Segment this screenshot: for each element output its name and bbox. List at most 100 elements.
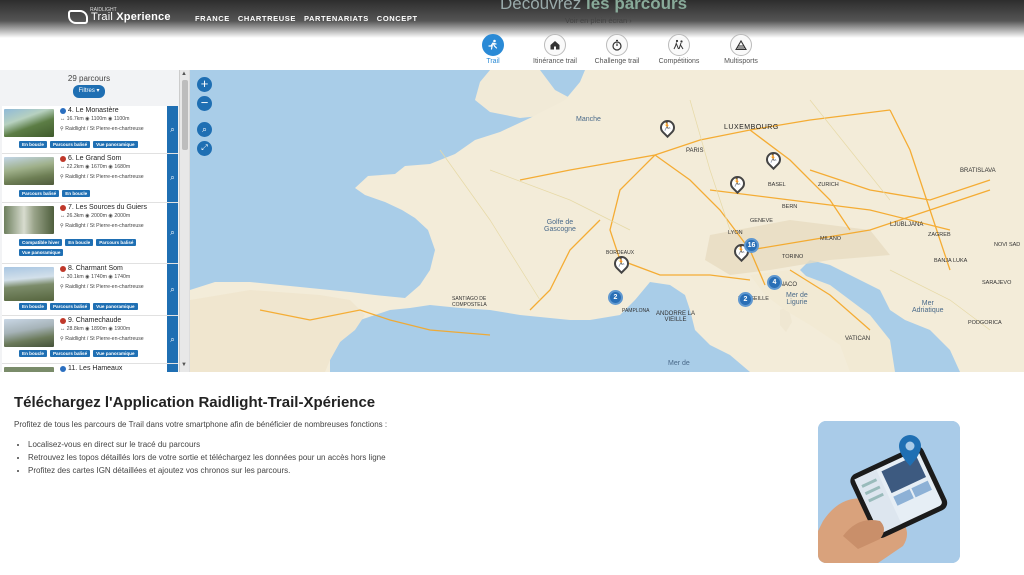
map-label: TORINO bbox=[782, 254, 804, 260]
list-item[interactable]: 6. Le Grand Som ↔ 22.2km ◉ 1670m ◉ 1680m… bbox=[2, 154, 178, 203]
route-tags: Parcours balisé En boucle bbox=[19, 190, 164, 197]
route-place: ⚲ Raidlight / St Pierre-en-chartreuse bbox=[60, 126, 144, 132]
route-cluster[interactable]: 2 bbox=[608, 290, 623, 305]
tab-competitions[interactable]: Compétitions bbox=[648, 34, 710, 65]
tab-challenge-trail[interactable]: Challenge trail bbox=[586, 34, 648, 65]
expand-icon: ⤢ bbox=[201, 143, 208, 152]
logo[interactable]: RAIDLIGHT Trail Xperience bbox=[68, 7, 171, 24]
tab-label: Challenge trail bbox=[594, 58, 640, 65]
zoom-route-button[interactable] bbox=[167, 364, 178, 372]
search-icon: ⌕ bbox=[201, 124, 208, 134]
map-label: PODGORICA bbox=[968, 320, 1002, 326]
scroll-up-icon[interactable]: ▲ bbox=[181, 71, 187, 77]
route-thumbnail bbox=[4, 267, 54, 301]
route-count: 29 parcours bbox=[67, 74, 111, 83]
map-label: ZURICH bbox=[818, 182, 839, 188]
map-label: PARIS bbox=[686, 148, 704, 154]
zoom-route-button[interactable]: ⌕ bbox=[167, 106, 178, 153]
house-icon bbox=[544, 34, 566, 56]
route-cluster[interactable]: 4 bbox=[767, 275, 782, 290]
route-title: 4. Le Monastère bbox=[68, 107, 119, 114]
route-title: 6. Le Grand Som bbox=[68, 155, 122, 162]
map-label: LJUBLJANA bbox=[890, 222, 924, 228]
runners-icon bbox=[668, 34, 690, 56]
list-item[interactable]: 11. Les Hameaux bbox=[2, 364, 178, 372]
nav-concept[interactable]: CONCEPT bbox=[377, 14, 418, 23]
route-cluster[interactable]: 2 bbox=[738, 292, 753, 307]
runner-icon: 🏃 bbox=[768, 153, 779, 163]
route-thumbnail bbox=[4, 367, 54, 372]
map-view[interactable]: Manche Golfe de Gascogne Mer de Ligurie … bbox=[190, 70, 1024, 372]
difficulty-dot bbox=[60, 107, 66, 114]
search-icon: ⌕ bbox=[170, 228, 175, 237]
list-scrollbar[interactable]: ▲ ▼ bbox=[179, 70, 189, 372]
difficulty-dot bbox=[60, 265, 66, 272]
route-info: 7. Les Sources du Guiers ↔ 26.3km ◉ 2000… bbox=[60, 204, 164, 229]
nav-chartreuse[interactable]: CHARTREUSE bbox=[238, 14, 296, 23]
filters-button[interactable]: Filtres ▾ bbox=[73, 85, 105, 98]
tag: Vue panoramique bbox=[93, 141, 138, 148]
map-label: BANJA LUKA bbox=[934, 258, 968, 264]
zoom-route-button[interactable]: ⌕ bbox=[167, 203, 178, 263]
route-thumbnail bbox=[4, 206, 54, 234]
chevron-right-icon: › bbox=[629, 16, 632, 25]
tag: Parcours balisé bbox=[49, 141, 91, 148]
nav-partenariats[interactable]: PARTENARIATS bbox=[304, 14, 369, 23]
list-item[interactable]: 4. Le Monastère ↔ 16.7km ◉ 1100m ◉ 1100m… bbox=[2, 106, 178, 154]
app-section-intro: Profitez de tous les parcours de Trail d… bbox=[14, 420, 388, 429]
tab-label: Compétitions bbox=[658, 58, 700, 65]
tag: Vue panoramique bbox=[93, 350, 138, 357]
route-info: 4. Le Monastère ↔ 16.7km ◉ 1100m ◉ 1100m… bbox=[60, 107, 164, 132]
main-nav: FRANCE CHARTREUSE PARTENARIATS CONCEPT bbox=[195, 14, 418, 23]
map-label: SARAJEVO bbox=[982, 280, 1012, 286]
app-section-title: Téléchargez l'Application Raidlight-Trai… bbox=[14, 394, 376, 411]
tag: Compatible hiver bbox=[19, 239, 63, 246]
search-icon: ⌕ bbox=[170, 124, 175, 134]
tab-label: Trail bbox=[486, 58, 500, 65]
route-stats: ↔ 26.3km ◉ 2000m ◉ 2000m bbox=[60, 213, 131, 219]
zoom-route-button[interactable]: ⌕ bbox=[167, 154, 178, 202]
list-item[interactable]: 9. Chamechaude ↔ 28.8km ◉ 1890m ◉ 1900m … bbox=[2, 316, 178, 364]
tab-multisports[interactable]: Multisports bbox=[710, 34, 772, 65]
location-pin-icon: ⚲ bbox=[60, 223, 64, 229]
list-item[interactable]: 8. Charmant Som ↔ 30.1km ◉ 1740m ◉ 1740m… bbox=[2, 264, 178, 316]
route-place: ⚲ Raidlight / St Pierre-en-chartreuse bbox=[60, 284, 144, 290]
map-label: MILANO bbox=[820, 236, 842, 242]
route-info: 6. Le Grand Som ↔ 22.2km ◉ 1670m ◉ 1680m… bbox=[60, 155, 164, 180]
zoom-route-button[interactable]: ⌕ bbox=[167, 264, 178, 315]
fullscreen-link[interactable]: Voir en plein écran › bbox=[565, 16, 632, 25]
route-title: 11. Les Hameaux bbox=[68, 365, 123, 372]
runner-icon: 🏃 bbox=[732, 177, 743, 187]
scroll-down-icon[interactable]: ▼ bbox=[181, 362, 187, 368]
route-stats: ↔ 16.7km ◉ 1100m ◉ 1100m bbox=[60, 116, 130, 122]
map-label: BERN bbox=[782, 204, 798, 210]
route-stats: ↔ 28.8km ◉ 1890m ◉ 1900m bbox=[60, 326, 131, 332]
page-title: Découvrez les parcours bbox=[500, 0, 688, 13]
route-title: 9. Chamechaude bbox=[68, 317, 122, 324]
route-tags: En boucle Parcours balisé Vue panoramiqu… bbox=[19, 303, 164, 310]
map-label: GENEVE bbox=[750, 218, 773, 224]
zoom-route-button[interactable]: ⌕ bbox=[167, 316, 178, 363]
zoom-in-button[interactable]: + bbox=[197, 77, 212, 92]
zoom-out-button[interactable]: − bbox=[197, 96, 212, 111]
map-search-button[interactable]: ⌕ bbox=[197, 122, 212, 137]
app-feature-list: Localisez-vous en direct sur le tracé du… bbox=[28, 440, 386, 479]
map-label: VATICAN bbox=[845, 336, 871, 342]
runner-icon: 🏃 bbox=[662, 121, 673, 131]
list-item: Retrouvez les topos détaillés lors de vo… bbox=[28, 453, 386, 462]
scrollbar-thumb[interactable] bbox=[182, 80, 188, 150]
tab-trail[interactable]: Trail bbox=[462, 34, 524, 65]
list-item[interactable]: 7. Les Sources du Guiers ↔ 26.3km ◉ 2000… bbox=[2, 203, 178, 264]
fullscreen-button[interactable]: ⤢ bbox=[197, 141, 212, 156]
nav-france[interactable]: FRANCE bbox=[195, 14, 230, 23]
difficulty-dot bbox=[60, 365, 66, 372]
map-background bbox=[190, 70, 1024, 372]
runner-icon bbox=[482, 34, 504, 56]
tag: Parcours balisé bbox=[49, 303, 91, 310]
stopwatch-icon bbox=[606, 34, 628, 56]
tab-itinerance-trail[interactable]: Itinérance trail bbox=[524, 34, 586, 65]
route-cluster[interactable]: 16 bbox=[744, 238, 759, 253]
route-tags: En boucle Parcours balisé Vue panoramiqu… bbox=[19, 350, 164, 357]
map-label: Manche bbox=[576, 116, 601, 123]
location-pin-icon: ⚲ bbox=[60, 174, 64, 180]
